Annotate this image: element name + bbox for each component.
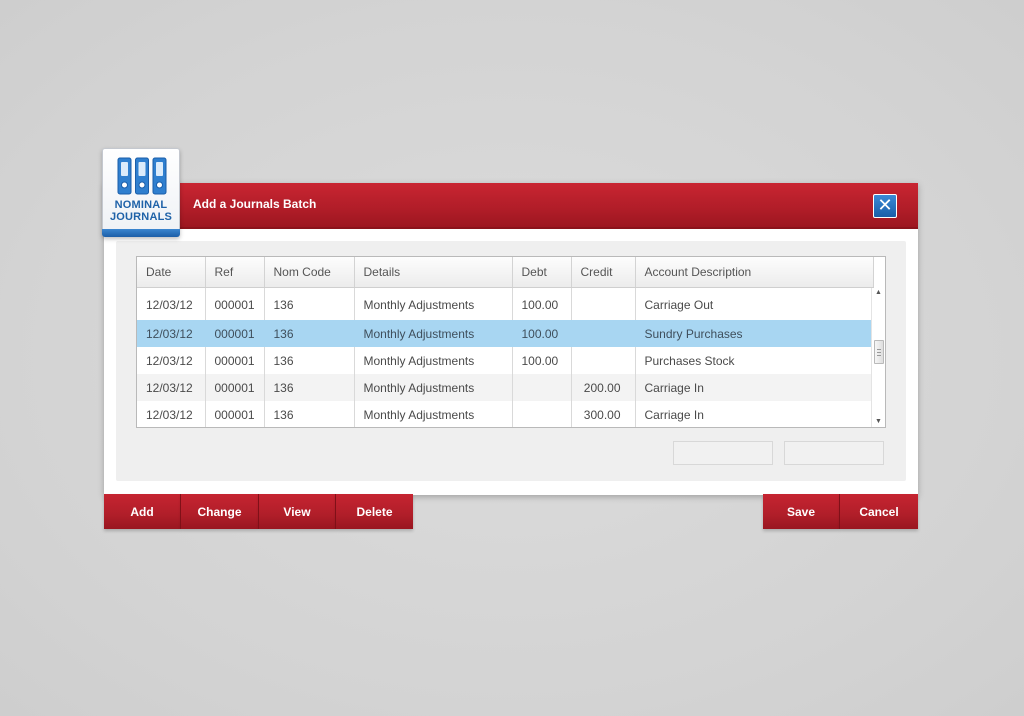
cell-debt: 100.00 — [512, 347, 572, 374]
cell-details: Monthly Adjustments — [354, 320, 513, 347]
module-label: NOMINAL JOURNALS — [103, 199, 179, 223]
module-label-line2: JOURNALS — [109, 211, 173, 223]
cell-nom-code: 136 — [264, 401, 355, 427]
column-header-nom-code[interactable]: Nom Code — [264, 257, 355, 288]
cell-date: 12/03/12 — [137, 401, 206, 427]
table-scrollbar[interactable]: ▲ ▼ — [871, 288, 885, 427]
column-header-date[interactable]: Date — [137, 257, 206, 288]
cell-ref: 000001 — [205, 347, 265, 374]
scroll-down-icon[interactable]: ▼ — [872, 417, 885, 427]
cell-nom-code: 136 — [264, 374, 355, 401]
delete-button[interactable]: Delete — [336, 494, 413, 529]
cell-account-description: Sundry Purchases — [635, 320, 874, 347]
binders-icon — [117, 157, 167, 195]
cell-account-description: Carriage Out — [635, 287, 874, 320]
journals-table: Date Ref Nom Code Details Debt Credit Ac… — [136, 256, 886, 428]
save-button[interactable]: Save — [763, 494, 840, 529]
column-header-details[interactable]: Details — [354, 257, 513, 288]
cell-debt — [512, 374, 572, 401]
badge-accent-bar — [102, 229, 180, 237]
cell-date: 12/03/12 — [137, 320, 206, 347]
cell-account-description: Carriage In — [635, 374, 874, 401]
close-icon: ✕ — [877, 195, 893, 215]
column-header-account-description[interactable]: Account Description — [635, 257, 874, 288]
cell-nom-code: 136 — [264, 320, 355, 347]
cell-ref: 000001 — [205, 401, 265, 427]
dialog-titlebar: Add a Journals Batch ✕ — [104, 183, 918, 229]
scroll-up-icon[interactable]: ▲ — [872, 288, 885, 298]
cell-debt: 100.00 — [512, 287, 572, 320]
table-header-row: Date Ref Nom Code Details Debt Credit Ac… — [137, 257, 874, 288]
cell-nom-code: 136 — [264, 347, 355, 374]
table-row[interactable]: 12/03/12 000001 136 Monthly Adjustments … — [137, 347, 874, 374]
cell-ref: 000001 — [205, 374, 265, 401]
table-row[interactable]: 12/03/12 000001 136 Monthly Adjustments … — [137, 287, 874, 320]
cell-ref: 000001 — [205, 320, 265, 347]
cell-credit: 300.00 — [571, 401, 636, 427]
journals-batch-dialog: Add a Journals Batch ✕ Date Ref Nom Code… — [104, 183, 918, 495]
column-header-ref[interactable]: Ref — [205, 257, 265, 288]
cell-account-description: Carriage In — [635, 401, 874, 427]
scrollbar-thumb[interactable] — [874, 340, 884, 364]
cell-nom-code: 136 — [264, 287, 355, 320]
cell-credit — [571, 287, 636, 320]
cell-ref: 000001 — [205, 287, 265, 320]
cell-debt: 100.00 — [512, 320, 572, 347]
cell-credit — [571, 320, 636, 347]
cell-account-description: Purchases Stock — [635, 347, 874, 374]
cell-date: 12/03/12 — [137, 347, 206, 374]
cell-date: 12/03/12 — [137, 374, 206, 401]
table-row[interactable]: 12/03/12 000001 136 Monthly Adjustments … — [137, 374, 874, 401]
module-label-line1: NOMINAL — [114, 199, 168, 211]
column-header-credit[interactable]: Credit — [571, 257, 636, 288]
cell-details: Monthly Adjustments — [354, 374, 513, 401]
journals-grid: Date Ref Nom Code Details Debt Credit Ac… — [137, 257, 874, 427]
cell-debt — [512, 401, 572, 427]
cell-credit — [571, 347, 636, 374]
dialog-title: Add a Journals Batch — [193, 197, 317, 211]
table-row-selected[interactable]: 12/03/12 000001 136 Monthly Adjustments … — [137, 320, 874, 347]
cell-details: Monthly Adjustments — [354, 401, 513, 427]
view-button[interactable]: View — [259, 494, 336, 529]
change-button[interactable]: Change — [181, 494, 259, 529]
cell-details: Monthly Adjustments — [354, 347, 513, 374]
table-row[interactable]: 12/03/12 000001 136 Monthly Adjustments … — [137, 401, 874, 427]
total-credit-field — [784, 441, 884, 465]
cell-details: Monthly Adjustments — [354, 287, 513, 320]
add-button[interactable]: Add — [104, 494, 181, 529]
cell-date: 12/03/12 — [137, 287, 206, 320]
close-button[interactable]: ✕ — [873, 194, 897, 218]
module-badge-nominal-journals: NOMINAL JOURNALS — [102, 148, 180, 237]
cell-credit: 200.00 — [571, 374, 636, 401]
dialog-content-panel: Date Ref Nom Code Details Debt Credit Ac… — [116, 241, 906, 481]
cancel-button[interactable]: Cancel — [840, 494, 918, 529]
column-header-debt[interactable]: Debt — [512, 257, 572, 288]
total-debit-field — [673, 441, 773, 465]
